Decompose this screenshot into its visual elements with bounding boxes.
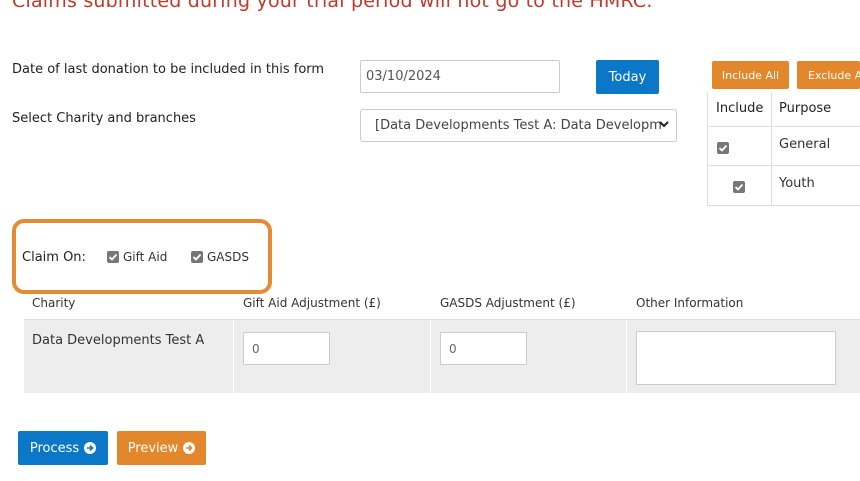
arrow-circle-right-icon (183, 442, 196, 454)
purposes-header-include: Include (716, 101, 764, 116)
purpose-youth-checkbox[interactable] (733, 180, 746, 193)
column-charity: Charity (32, 296, 76, 310)
gift-aid-label: Gift Aid (123, 250, 168, 264)
purpose-general-checkbox[interactable] (717, 141, 729, 154)
purpose-general-label: General (779, 137, 831, 152)
table-row: Data Developments Test A 0 0 (24, 320, 860, 393)
column-gift-aid-adjustment: Gift Aid Adjustment (£) (243, 296, 381, 310)
today-button[interactable]: Today (596, 60, 659, 94)
date-label: Date of last donation to be included in … (12, 62, 325, 77)
other-information-textarea[interactable] (636, 331, 836, 385)
charity-select[interactable]: [Data Developments Test A: Data Developm (360, 109, 677, 142)
process-button[interactable]: Process (18, 431, 108, 465)
purpose-youth-label: Youth (779, 176, 815, 191)
checkmark-icon (192, 253, 202, 261)
gift-aid-checkbox[interactable] (107, 251, 119, 263)
gasds-label: GASDS (207, 250, 249, 264)
claim-gasds-option[interactable]: GASDS (191, 250, 249, 264)
preview-button[interactable]: Preview (117, 431, 206, 465)
purposes-header-purpose: Purpose (779, 101, 832, 116)
gasds-adjustment-input[interactable]: 0 (440, 332, 527, 365)
process-button-label: Process (29, 440, 80, 456)
charity-label: Select Charity and branches (12, 111, 196, 126)
checkmark-icon (735, 183, 744, 191)
preview-button-label: Preview (127, 440, 179, 456)
date-input[interactable]: 03/10/2024 (360, 60, 560, 93)
trial-warning-text: Claims submitted during your trial perio… (12, 0, 653, 12)
gift-aid-adjustment-input[interactable]: 0 (243, 332, 330, 365)
chevron-down-icon (659, 121, 669, 128)
charity-select-value: [Data Developments Test A: Data Developm (375, 118, 662, 133)
checkmark-icon (108, 253, 118, 261)
row-charity-name: Data Developments Test A (32, 333, 205, 348)
column-other-information: Other Information (636, 296, 744, 310)
purposes-table: Include Purpose General Youth (707, 92, 860, 206)
claim-gift-aid-option[interactable]: Gift Aid (107, 250, 167, 264)
arrow-circle-right-icon (84, 442, 97, 454)
exclude-all-button[interactable]: Exclude A (797, 61, 860, 89)
include-all-button[interactable]: Include All (712, 61, 789, 89)
claim-on-label: Claim On: (22, 250, 86, 265)
gasds-checkbox[interactable] (191, 251, 203, 263)
column-gasds-adjustment: GASDS Adjustment (£) (440, 296, 576, 310)
checkmark-icon (718, 144, 728, 152)
